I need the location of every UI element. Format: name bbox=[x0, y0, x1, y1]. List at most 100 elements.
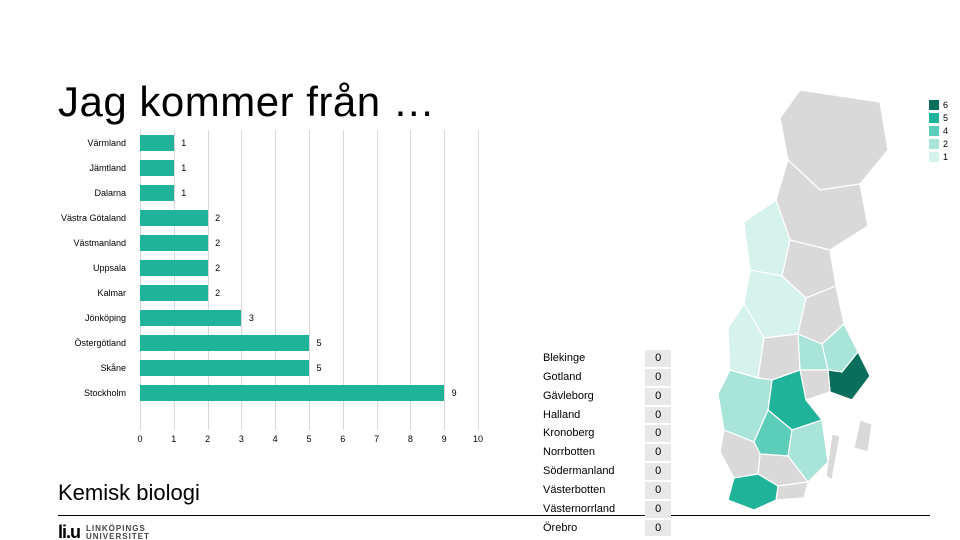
bar-label: Skåne bbox=[16, 363, 126, 373]
table-row: Norrbotten0 bbox=[542, 444, 671, 461]
table-row: Västerbotten0 bbox=[542, 482, 671, 499]
legend-item: 4 bbox=[929, 126, 948, 136]
divider bbox=[58, 515, 930, 516]
page-title: Jag kommer från … bbox=[58, 78, 435, 126]
bar-label: Kalmar bbox=[16, 288, 126, 298]
bar-value: 1 bbox=[181, 163, 186, 173]
bar bbox=[140, 135, 174, 151]
subtitle: Kemisk biologi bbox=[58, 480, 200, 506]
bar-value: 3 bbox=[249, 313, 254, 323]
legend-label: 5 bbox=[943, 113, 948, 123]
zero-label: Södermanland bbox=[542, 463, 643, 480]
table-row: Halland0 bbox=[542, 407, 671, 424]
zero-value: 0 bbox=[645, 388, 671, 405]
x-tick: 4 bbox=[273, 434, 278, 444]
table-row: Södermanland0 bbox=[542, 463, 671, 480]
bar-row: Jönköping3 bbox=[140, 305, 478, 330]
zero-label: Västernorrland bbox=[542, 501, 643, 518]
x-tick: 0 bbox=[137, 434, 142, 444]
legend-label: 1 bbox=[943, 152, 948, 162]
bar-row: Kalmar2 bbox=[140, 280, 478, 305]
legend-label: 4 bbox=[943, 126, 948, 136]
bar bbox=[140, 360, 309, 376]
bar-value: 2 bbox=[215, 263, 220, 273]
bar-chart: Värmland1Jämtland1Dalarna1Västra Götalan… bbox=[58, 130, 488, 450]
sweden-map bbox=[710, 90, 920, 510]
bar-label: Västra Götaland bbox=[16, 213, 126, 223]
x-tick: 7 bbox=[374, 434, 379, 444]
zero-label: Västerbotten bbox=[542, 482, 643, 499]
table-row: Västernorrland0 bbox=[542, 501, 671, 518]
zero-label: Blekinge bbox=[542, 350, 643, 367]
x-tick: 1 bbox=[171, 434, 176, 444]
zero-label: Kronoberg bbox=[542, 425, 643, 442]
table-row: Gotland0 bbox=[542, 369, 671, 386]
bar-value: 5 bbox=[316, 338, 321, 348]
x-tick: 5 bbox=[306, 434, 311, 444]
legend-item: 5 bbox=[929, 113, 948, 123]
zero-value: 0 bbox=[645, 501, 671, 518]
bar-value: 9 bbox=[452, 388, 457, 398]
zero-value: 0 bbox=[645, 425, 671, 442]
x-tick: 3 bbox=[239, 434, 244, 444]
bar-label: Dalarna bbox=[16, 188, 126, 198]
legend-swatch bbox=[929, 139, 939, 149]
zero-label: Halland bbox=[542, 407, 643, 424]
x-tick: 6 bbox=[340, 434, 345, 444]
legend-item: 2 bbox=[929, 139, 948, 149]
map-region-oland bbox=[826, 434, 840, 480]
zero-value: 0 bbox=[645, 520, 671, 537]
zero-value: 0 bbox=[645, 369, 671, 386]
bar-row: Dalarna1 bbox=[140, 180, 478, 205]
legend-item: 6 bbox=[929, 100, 948, 110]
bar bbox=[140, 260, 208, 276]
bar bbox=[140, 285, 208, 301]
legend-swatch bbox=[929, 126, 939, 136]
x-tick: 9 bbox=[442, 434, 447, 444]
table-row: Gävleborg0 bbox=[542, 388, 671, 405]
bar bbox=[140, 185, 174, 201]
logo: li.u LINKÖPINGSUNIVERSITET bbox=[58, 522, 150, 540]
logo-mark: li.u bbox=[58, 522, 80, 540]
legend-item: 1 bbox=[929, 152, 948, 162]
bar bbox=[140, 310, 241, 326]
bar-label: Stockholm bbox=[16, 388, 126, 398]
bar-label: Jämtland bbox=[16, 163, 126, 173]
zero-value: 0 bbox=[645, 444, 671, 461]
bar-row: Västmanland2 bbox=[140, 230, 478, 255]
table-row: Kronoberg0 bbox=[542, 425, 671, 442]
legend-swatch bbox=[929, 152, 939, 162]
zero-value: 0 bbox=[645, 463, 671, 480]
zero-label: Gotland bbox=[542, 369, 643, 386]
bar-row: Värmland1 bbox=[140, 130, 478, 155]
bar bbox=[140, 335, 309, 351]
table-row: Blekinge0 bbox=[542, 350, 671, 367]
bar bbox=[140, 210, 208, 226]
map-region-gotland bbox=[854, 420, 872, 452]
x-tick: 8 bbox=[408, 434, 413, 444]
bar-value: 2 bbox=[215, 238, 220, 248]
zero-table: Blekinge0Gotland0Gävleborg0Halland0Krono… bbox=[540, 348, 673, 538]
bar-row: Stockholm9 bbox=[140, 380, 478, 405]
bar-row: Västra Götaland2 bbox=[140, 205, 478, 230]
bar-row: Östergötland5 bbox=[140, 330, 478, 355]
legend-swatch bbox=[929, 113, 939, 123]
bar-label: Jönköping bbox=[16, 313, 126, 323]
zero-value: 0 bbox=[645, 350, 671, 367]
bar-row: Uppsala2 bbox=[140, 255, 478, 280]
x-tick: 2 bbox=[205, 434, 210, 444]
legend-swatch bbox=[929, 100, 939, 110]
bar-value: 1 bbox=[181, 188, 186, 198]
bar-row: Skåne5 bbox=[140, 355, 478, 380]
bar-label: Värmland bbox=[16, 138, 126, 148]
zero-label: Gävleborg bbox=[542, 388, 643, 405]
bar-label: Uppsala bbox=[16, 263, 126, 273]
legend-label: 6 bbox=[943, 100, 948, 110]
bar-label: Västmanland bbox=[16, 238, 126, 248]
bar bbox=[140, 235, 208, 251]
bar-row: Jämtland1 bbox=[140, 155, 478, 180]
zero-value: 0 bbox=[645, 407, 671, 424]
logo-uni: LINKÖPINGSUNIVERSITET bbox=[86, 525, 150, 540]
x-tick: 10 bbox=[473, 434, 483, 444]
bar-value: 2 bbox=[215, 288, 220, 298]
